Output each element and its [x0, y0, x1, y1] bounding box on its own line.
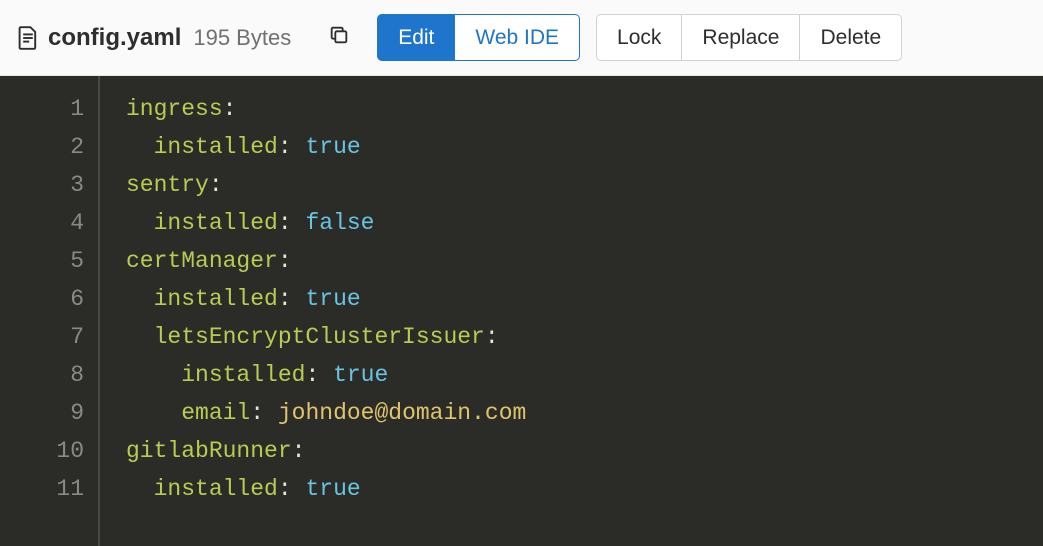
code-line: installed: true [126, 470, 526, 508]
copy-path-button[interactable] [319, 18, 359, 58]
line-number: 10 [0, 432, 84, 470]
code-line: sentry: [126, 166, 526, 204]
line-number: 11 [0, 470, 84, 508]
code-line: ingress: [126, 90, 526, 128]
line-number: 1 [0, 90, 84, 128]
line-number: 9 [0, 394, 84, 432]
code-line: installed: true [126, 356, 526, 394]
line-number-gutter: 1234567891011 [0, 76, 100, 546]
line-number: 8 [0, 356, 84, 394]
edit-button-group: Edit Web IDE [377, 14, 580, 61]
edit-button[interactable]: Edit [377, 14, 455, 61]
filename: config.yaml [48, 24, 181, 52]
web-ide-button[interactable]: Web IDE [455, 14, 580, 61]
lock-button[interactable]: Lock [596, 14, 682, 61]
code-line: installed: true [126, 280, 526, 318]
line-number: 7 [0, 318, 84, 356]
code-line: certManager: [126, 242, 526, 280]
code-content: ingress: installed: truesentry: installe… [100, 76, 526, 546]
code-line: installed: false [126, 204, 526, 242]
replace-button[interactable]: Replace [682, 14, 800, 61]
line-number: 4 [0, 204, 84, 242]
filesize: 195 Bytes [193, 25, 291, 51]
delete-button[interactable]: Delete [800, 14, 902, 61]
line-number: 6 [0, 280, 84, 318]
line-number: 3 [0, 166, 84, 204]
code-line: gitlabRunner: [126, 432, 526, 470]
line-number: 2 [0, 128, 84, 166]
code-line: email: johndoe@domain.com [126, 394, 526, 432]
file-info: config.yaml 195 Bytes [18, 24, 291, 52]
file-icon [18, 26, 38, 50]
action-button-group: Lock Replace Delete [596, 14, 902, 61]
line-number: 5 [0, 242, 84, 280]
file-toolbar: config.yaml 195 Bytes Edit Web IDE Lock … [0, 0, 1043, 76]
code-line: installed: true [126, 128, 526, 166]
copy-icon [328, 24, 350, 51]
code-viewer: 1234567891011 ingress: installed: truese… [0, 76, 1043, 546]
code-line: letsEncryptClusterIssuer: [126, 318, 526, 356]
